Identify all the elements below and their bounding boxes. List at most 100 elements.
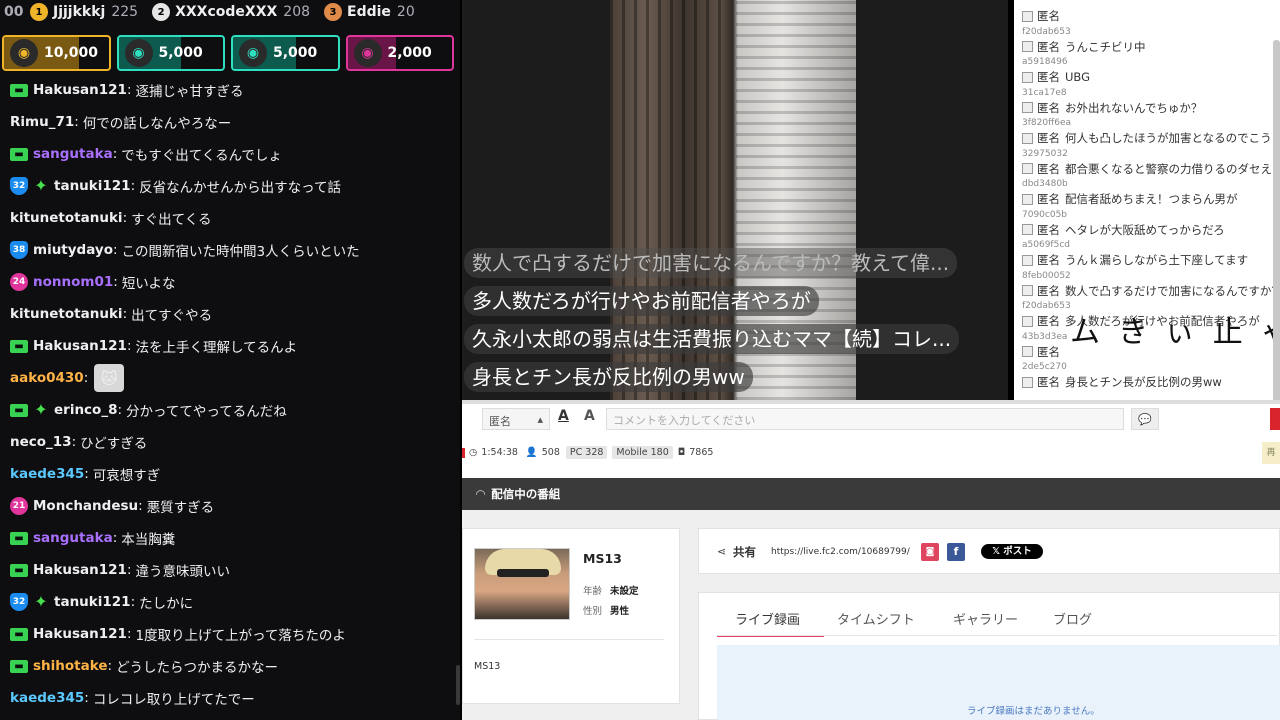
send-comment-button[interactable]: 💬 (1131, 408, 1159, 430)
chat-message: neco_13: ひどすぎる (0, 426, 460, 458)
chat-username[interactable]: Monchandesu (33, 498, 138, 514)
chat-username[interactable]: kaede345 (10, 466, 84, 482)
comment-id: 8feb00052 (1022, 270, 1071, 281)
gift-avatar-icon: ◉ (353, 39, 382, 67)
chat-username[interactable]: nonnom01 (33, 274, 113, 290)
facebook-icon[interactable]: f (947, 543, 965, 561)
avatar[interactable] (474, 548, 570, 620)
chat-message: ▬ Hakusan121: 違う意味頭いい (0, 554, 460, 586)
chat-username[interactable]: kitunetotanuki (10, 306, 123, 322)
chat-colon: : (138, 498, 143, 514)
rewatch-tag[interactable]: 再 (1262, 442, 1280, 464)
subscriber-badge-icon[interactable]: ▬ (10, 403, 28, 417)
chat-colon: : (130, 178, 136, 194)
chat-message: 38 miutydayo: この間新宿いた時仲間3人くらいといた (0, 234, 460, 266)
comment-author: 匿名 (1037, 222, 1060, 237)
comment-line: 匿名 配信者舐めちまえ！つまらん男が (1022, 191, 1280, 207)
chat-username[interactable]: sangutaka (33, 146, 113, 162)
tier-badge-icon[interactable]: 21 (10, 497, 28, 515)
sparkle-badge-icon[interactable]: ✦ (33, 594, 49, 610)
cat-emote-icon[interactable]: 🐱 (94, 364, 125, 392)
comment-input[interactable]: コメントを入力してください (606, 408, 1124, 430)
chat-colon: : (107, 658, 113, 674)
font-color-button[interactable]: A (558, 408, 569, 424)
chat-username[interactable]: Hakusan121 (33, 562, 127, 578)
gift-goal[interactable]: ◉ 5,000 (231, 35, 340, 71)
chat-text: 逐捕じゃ甘すぎる (135, 84, 244, 100)
subscriber-badge-icon[interactable]: ▬ (10, 563, 28, 577)
chat-text: コレコレ取り上げてたでー (92, 692, 255, 708)
name-select[interactable]: 匿名 ▴ (482, 408, 550, 430)
chat-message: kaede345: 可哀想すぎ (0, 458, 460, 490)
chat-username[interactable]: Rimu_71 (10, 114, 74, 130)
leaderboard-rank[interactable]: 1 Jjjjkkkj 225 (30, 3, 138, 21)
user-icon (1022, 102, 1033, 113)
sparkle-badge-icon[interactable]: ✦ (33, 178, 49, 194)
comment-line: 匿名 うんこチビリ中 (1022, 39, 1280, 55)
chat-text: 法を上手く理解してるんよ (135, 340, 298, 356)
comment-text: ヘタレが大阪舐めてっからだろ (1065, 222, 1225, 237)
chat-text: 本当胸糞 (121, 532, 176, 548)
tab-live-recording[interactable]: ライブ録画 (717, 609, 825, 637)
comment-id: a5918496 (1022, 57, 1068, 67)
chat-scrollbar[interactable] (456, 665, 460, 705)
comment-row: a5069f5cd 匿名 うんｋ漏らしながら土下座してます (1020, 238, 1278, 269)
subscriber-badge-icon[interactable]: ▬ (10, 83, 28, 97)
chat-username[interactable]: Hakusan121 (33, 626, 127, 642)
chat-message: ▬ sangutaka: でもすぐ出てくるんでしょ (0, 138, 460, 170)
video-player[interactable]: 数人で凸するだけで加害になるんですか？教えて偉... 多人数だろが行けやお前配信者… (462, 0, 1008, 400)
chat-username[interactable]: tanuki121 (54, 178, 131, 194)
font-size-button[interactable]: A (584, 408, 595, 424)
tier-badge-icon[interactable]: 32 (10, 177, 28, 195)
viewer-icon: 👤 (525, 447, 538, 458)
live-indicator (462, 447, 465, 458)
share-url[interactable]: https://live.fc2.com/10689799/ (771, 547, 910, 557)
subscriber-badge-icon[interactable]: ▬ (10, 627, 28, 641)
leaderboard-rank[interactable]: 2 XXXcodeXXX 208 (152, 3, 310, 21)
profile-area: MS13 年齢 未設定 性別 男性 MS13 ⋖ 共有 https://live.f… (462, 510, 1280, 720)
gift-goal[interactable]: ◉ 5,000 (116, 35, 225, 71)
tier-badge-icon[interactable]: 24 (10, 273, 28, 291)
leaderboard-name: Eddie (347, 4, 391, 20)
chat-username[interactable]: Hakusan121 (33, 82, 127, 98)
share-app-icon[interactable]: ◙ (921, 543, 939, 561)
tab-timeshift[interactable]: タイムシフト (837, 609, 915, 637)
chat-username[interactable]: kitunetotanuki (10, 210, 123, 226)
leaderboard-rank[interactable]: 3 Eddie 20 (324, 3, 415, 21)
chat-username[interactable]: erinco_8 (54, 402, 117, 418)
speech-bubble-icon: 💬 (1138, 412, 1152, 426)
tab-blog[interactable]: ブログ (1053, 609, 1092, 637)
tier-badge-icon[interactable]: 32 (10, 593, 28, 611)
stream-stats: ◷ 1:54:38 👤 508 PC 328 Mobile 180 ◘ 7865 (462, 446, 713, 459)
chat-username[interactable]: miutydayo (33, 242, 113, 258)
chat-text: どうしたらつかまるかなー (116, 660, 279, 676)
comment-id: a5069f5cd (1022, 240, 1070, 250)
gift-goal[interactable]: ◉ 10,000 (2, 35, 111, 71)
comment-text: 身長とチン長が反比例の男ww (1065, 375, 1222, 389)
profile-name[interactable]: MS13 (583, 551, 622, 566)
subscriber-badge-icon[interactable]: ▬ (10, 659, 28, 673)
chat-username[interactable]: kaede345 (10, 690, 84, 706)
tier-badge-icon[interactable]: 38 (10, 241, 28, 259)
red-action-button[interactable] (1270, 408, 1280, 430)
resize-grip-icon[interactable]: ⋮ (1010, 172, 1020, 186)
x-post-button[interactable]: 𝕏 ポスト (981, 544, 1043, 559)
tab-gallery[interactable]: ギャラリー (953, 609, 1018, 637)
chat-username[interactable]: shihotake (33, 658, 108, 674)
chat-username[interactable]: tanuki121 (54, 594, 131, 610)
comment-line: 匿名 都合悪くなると警察の力借りるのダセえ (1022, 161, 1280, 177)
chat-username[interactable]: Hakusan121 (33, 338, 127, 354)
subscriber-badge-icon[interactable]: ▬ (10, 339, 28, 353)
chat-username[interactable]: aako0430 (10, 370, 84, 386)
subscriber-badge-icon[interactable]: ▬ (10, 531, 28, 545)
profile-description: MS13 (474, 661, 501, 672)
subscriber-badge-icon[interactable]: ▬ (10, 147, 28, 161)
avatar-glasses (497, 569, 549, 577)
pc-count: PC 328 (565, 446, 608, 459)
comment-text: 数人で凸するだけで加害になるんですか？ (1065, 283, 1280, 298)
sparkle-badge-icon[interactable]: ✦ (33, 402, 49, 418)
chat-username[interactable]: neco_13 (10, 434, 72, 450)
gift-goal[interactable]: ◉ 2,000 (345, 35, 454, 71)
comment-line: 匿名 (1022, 344, 1280, 360)
chat-username[interactable]: sangutaka (33, 530, 113, 546)
